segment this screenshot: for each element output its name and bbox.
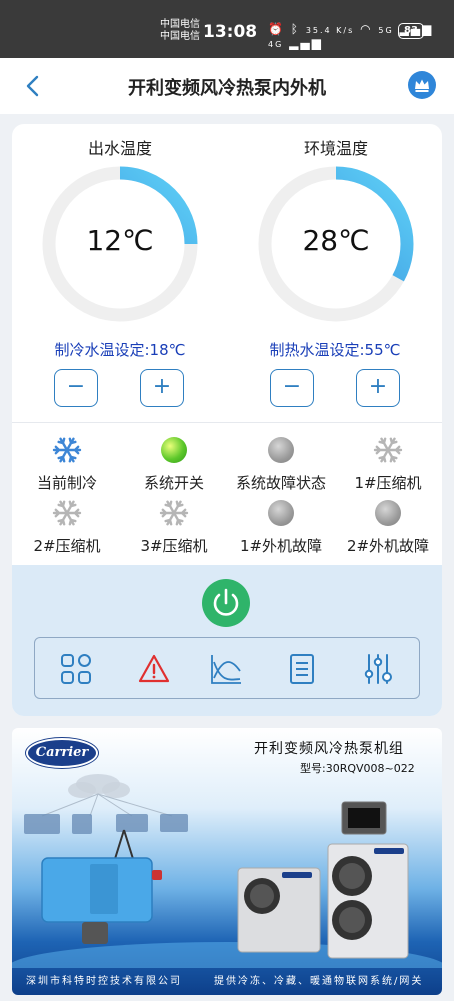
- control-area: [12, 565, 442, 716]
- heating-setpoint-label: 制热水温设定:55℃: [269, 341, 401, 359]
- power-icon: [213, 588, 239, 616]
- heating-minus-button[interactable]: −: [270, 369, 314, 407]
- carrier-labels: 中国电信 中国电信: [160, 19, 200, 42]
- outlet-temp-value: 12℃: [86, 224, 154, 257]
- alarm-icon: ⏰: [268, 22, 285, 36]
- banner-illustration: [12, 774, 442, 968]
- cooling-plus-button[interactable]: +: [140, 369, 184, 407]
- indicator-green-icon: [161, 437, 187, 463]
- cooling-minus-button[interactable]: −: [54, 369, 98, 407]
- snowflake-icon: [373, 437, 403, 463]
- status-cooling: 当前制冷: [12, 434, 122, 493]
- grid-icon[interactable]: [59, 652, 93, 686]
- status-compressor-2: 2#压缩机: [12, 497, 122, 556]
- sliders-icon[interactable]: [361, 652, 395, 686]
- main-panel: 出水温度 12℃ 环境温度 28℃ 制冷水温设定:18℃ 制热水温设定:55℃ …: [12, 124, 442, 716]
- cooling-setpoint-label: 制冷水温设定:18℃: [54, 341, 186, 359]
- wifi-icon: ◠: [360, 22, 373, 36]
- snowflake-icon: [52, 500, 82, 526]
- status-system-switch: 系统开关: [119, 434, 229, 493]
- heating-plus-button[interactable]: +: [356, 369, 400, 407]
- battery-icon: 83: [398, 23, 428, 39]
- banner-company: 深圳市科特时控技术有限公司: [26, 976, 182, 987]
- crown-icon[interactable]: [408, 71, 436, 99]
- ambient-temp-value: 28℃: [302, 224, 370, 257]
- status-compressor-1: 1#压缩机: [333, 434, 442, 493]
- chart-icon[interactable]: [209, 652, 243, 686]
- nav-bar: 开利变频风冷热泵内外机: [0, 58, 454, 114]
- banner-title: 开利变频风冷热泵机组: [254, 741, 404, 757]
- status-compressor-3: 3#压缩机: [119, 497, 229, 556]
- alert-triangle-icon[interactable]: [137, 652, 171, 686]
- snowflake-icon: [159, 500, 189, 526]
- list-icon[interactable]: [285, 652, 319, 686]
- page-title: 开利变频风冷热泵内外机: [128, 78, 326, 99]
- status-bar: 中国电信 中国电信 13:08 ⏰ ᛒ 35.4 K/s ◠ 5G ▂▄▆ 4G…: [0, 0, 454, 58]
- status-icons: ⏰ ᛒ 35.4 K/s ◠ 5G ▂▄▆ 4G ▂▄▆: [268, 22, 454, 50]
- tool-bar: [34, 637, 420, 699]
- signal-4g-label: 4G: [268, 40, 284, 49]
- status-system-fault: 系统故障状态: [226, 434, 336, 493]
- clock: 13:08: [203, 22, 258, 42]
- gauge-title-ambient-temp: 环境温度: [303, 139, 368, 158]
- carrier-logo: Carrier: [26, 738, 98, 768]
- divider: [12, 422, 442, 423]
- status-outdoor-1-fault: 1#外机故障: [226, 497, 336, 556]
- snowflake-icon: [52, 437, 82, 463]
- signal-icon: ▂▄▆: [289, 36, 323, 50]
- signal-5g-label: 5G: [378, 26, 394, 35]
- bluetooth-icon: ᛒ: [290, 22, 300, 36]
- product-banner[interactable]: Carrier 开利变频风冷热泵机组 型号:30RQV008~022 深圳市科特…: [12, 728, 442, 995]
- indicator-grey-icon: [375, 500, 401, 526]
- gauge-title-outlet-temp: 出水温度: [87, 139, 152, 158]
- power-button[interactable]: [202, 579, 250, 627]
- indicator-grey-icon: [268, 437, 294, 463]
- network-speed: 35.4 K/s: [305, 26, 355, 35]
- banner-service: 提供冷冻、冷藏、暖通物联网系统/网关: [214, 976, 424, 987]
- status-outdoor-2-fault: 2#外机故障: [333, 497, 442, 556]
- indicator-grey-icon: [268, 500, 294, 526]
